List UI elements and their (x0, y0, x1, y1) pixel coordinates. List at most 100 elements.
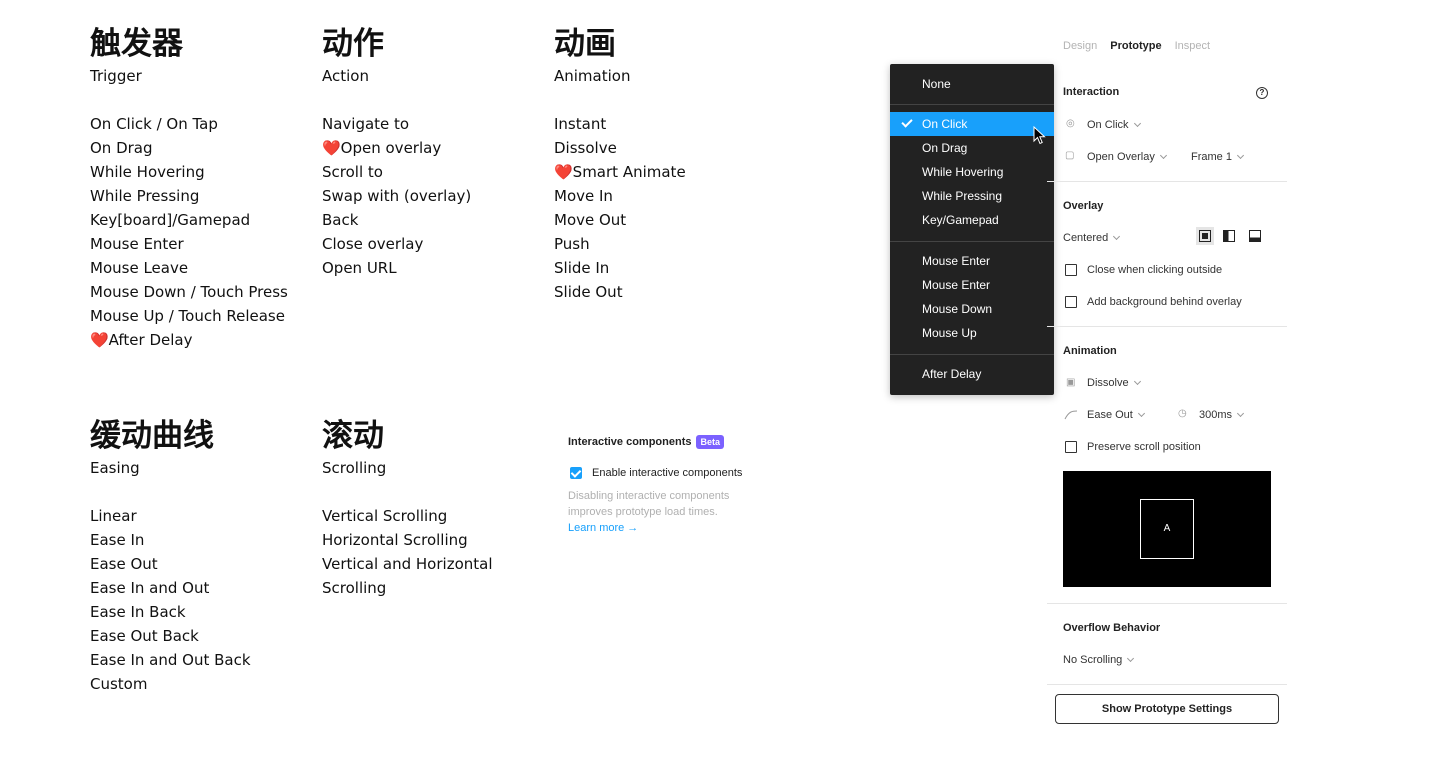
easing-title-en: Easing (90, 459, 140, 477)
list-item: Back (322, 211, 359, 229)
list-item: Move Out (554, 211, 627, 229)
tab-prototype[interactable]: Prototype (1110, 40, 1161, 52)
menu-item-label: Mouse Enter (922, 254, 991, 268)
menu-item-none[interactable]: None (890, 72, 1054, 96)
overflow-header: Overflow Behavior (1063, 622, 1161, 634)
list-item: Horizontal Scrolling (322, 531, 468, 549)
enable-interactive-components-label: Enable interactive components (592, 467, 743, 479)
mouse-cursor-icon (1033, 126, 1046, 145)
scrolling-title-en: Scrolling (322, 459, 387, 477)
chevron-down-icon (1159, 151, 1167, 160)
list-item: Slide In (554, 259, 610, 277)
easing-value: Ease Out (1087, 409, 1133, 421)
list-item: On Drag (90, 139, 153, 157)
easing-column: 缓动曲线 Easing Linear Ease In Ease Out Ease… (90, 416, 251, 696)
dissolve-icon: ▣ (1066, 377, 1076, 388)
duration-select[interactable]: 300ms (1199, 409, 1245, 421)
learn-more-link[interactable]: Learn more → (568, 520, 768, 536)
tab-design[interactable]: Design (1063, 40, 1097, 52)
menu-item-label: On Drag (922, 141, 968, 155)
menu-divider (890, 104, 1054, 105)
list-item: Scroll to (322, 163, 383, 181)
list-item: Mouse Leave (90, 259, 189, 277)
add-background-label: Add background behind overlay (1087, 296, 1242, 308)
show-prototype-settings-button[interactable]: Show Prototype Settings (1055, 694, 1279, 724)
list-item: Ease In and Out Back (90, 651, 251, 669)
action-value: Open Overlay (1087, 151, 1155, 163)
interaction-header: Interaction (1063, 86, 1120, 98)
action-select[interactable]: Open Overlay (1087, 151, 1167, 163)
list-item: On Click / On Tap (90, 115, 218, 133)
menu-item-mouse-enter-2[interactable]: Mouse Enter (890, 273, 1054, 297)
overlay-position-select[interactable]: Centered (1063, 232, 1121, 244)
prototype-panel: Design Prototype Inspect Interaction ? ◎… (1047, 30, 1287, 740)
action-title-en: Action (322, 67, 369, 85)
clock-icon: ◷ (1178, 408, 1187, 419)
enable-interactive-components-checkbox[interactable] (570, 467, 582, 479)
preserve-scroll-checkbox[interactable] (1065, 441, 1077, 453)
menu-item-mouse-down[interactable]: Mouse Down (890, 297, 1054, 321)
trigger-title-en: Trigger (90, 67, 142, 85)
list-item: Push (554, 235, 590, 253)
enable-interactive-components-row[interactable]: Enable interactive components (568, 464, 768, 482)
scrolling-title-zh: 滚动 (322, 418, 384, 454)
list-item: Ease Out Back (90, 627, 199, 645)
position-bottom-button[interactable] (1246, 227, 1264, 245)
menu-item-while-pressing[interactable]: While Pressing (890, 184, 1054, 208)
list-item: ❤️Smart Animate (554, 163, 686, 181)
easing-select[interactable]: Ease Out (1087, 409, 1145, 421)
menu-item-label: Mouse Up (922, 326, 977, 340)
list-item: Move In (554, 187, 613, 205)
interactive-components-section: Interactive components Beta Enable inter… (568, 432, 768, 536)
bottom-position-icon (1249, 230, 1261, 242)
menu-item-while-hovering[interactable]: While Hovering (890, 160, 1054, 184)
chevron-down-icon (1127, 654, 1135, 663)
list-item: Ease In Back (90, 603, 186, 621)
tab-inspect[interactable]: Inspect (1175, 40, 1210, 52)
menu-item-mouse-enter[interactable]: Mouse Enter (890, 249, 1054, 273)
menu-item-label: While Pressing (922, 189, 1003, 203)
menu-item-key-gamepad[interactable]: Key/Gamepad (890, 208, 1054, 232)
trigger-title-zh: 触发器 (90, 26, 183, 62)
animation-type-select[interactable]: Dissolve (1087, 377, 1141, 389)
animation-header: Animation (1063, 345, 1117, 357)
list-item: Key[board]/Gamepad (90, 211, 251, 229)
menu-item-label: Mouse Down (922, 302, 993, 316)
preview-frame: A (1140, 499, 1194, 559)
overlay-action-icon: ▢ (1065, 150, 1075, 161)
overlay-header: Overlay (1063, 200, 1104, 212)
list-item: Ease In (90, 531, 145, 549)
menu-item-after-delay[interactable]: After Delay (890, 362, 1054, 386)
list-item: Swap with (overlay) (322, 187, 472, 205)
list-item: Slide Out (554, 283, 623, 301)
easing-title-zh: 缓动曲线 (90, 418, 214, 454)
scrolling-column: 滚动 Scrolling Vertical Scrolling Horizont… (322, 416, 493, 600)
destination-select[interactable]: Frame 1 (1191, 151, 1245, 163)
panel-tabs: Design Prototype Inspect (1063, 40, 1223, 52)
position-side-button[interactable] (1220, 227, 1238, 245)
list-item: Mouse Up / Touch Release (90, 307, 285, 325)
menu-item-label: Key/Gamepad (922, 213, 999, 227)
position-center-button[interactable] (1196, 227, 1214, 245)
trigger-select[interactable]: On Click (1087, 119, 1141, 131)
menu-item-mouse-up[interactable]: Mouse Up (890, 321, 1054, 345)
list-item: Mouse Down / Touch Press (90, 283, 288, 301)
action-title-zh: 动作 (322, 26, 384, 62)
add-background-checkbox[interactable] (1065, 296, 1077, 308)
menu-item-on-click[interactable]: On Click (890, 112, 1054, 136)
chevron-down-icon (1133, 119, 1141, 128)
trigger-icon: ◎ (1066, 118, 1075, 129)
overflow-select[interactable]: No Scrolling (1063, 654, 1135, 666)
section-divider (1047, 181, 1287, 182)
section-divider (1047, 326, 1287, 327)
list-item: Dissolve (554, 139, 617, 157)
interactive-components-title: Interactive components (568, 436, 692, 448)
trigger-value: On Click (1087, 119, 1129, 131)
menu-item-label: On Click (922, 117, 968, 131)
menu-item-on-drag[interactable]: On Drag (890, 136, 1054, 160)
trigger-column: 触发器 Trigger On Click / On Tap On Drag Wh… (90, 24, 288, 352)
overflow-value: No Scrolling (1063, 654, 1123, 666)
checkmark-icon (901, 116, 913, 128)
help-icon[interactable]: ? (1256, 87, 1268, 99)
close-outside-checkbox[interactable] (1065, 264, 1077, 276)
